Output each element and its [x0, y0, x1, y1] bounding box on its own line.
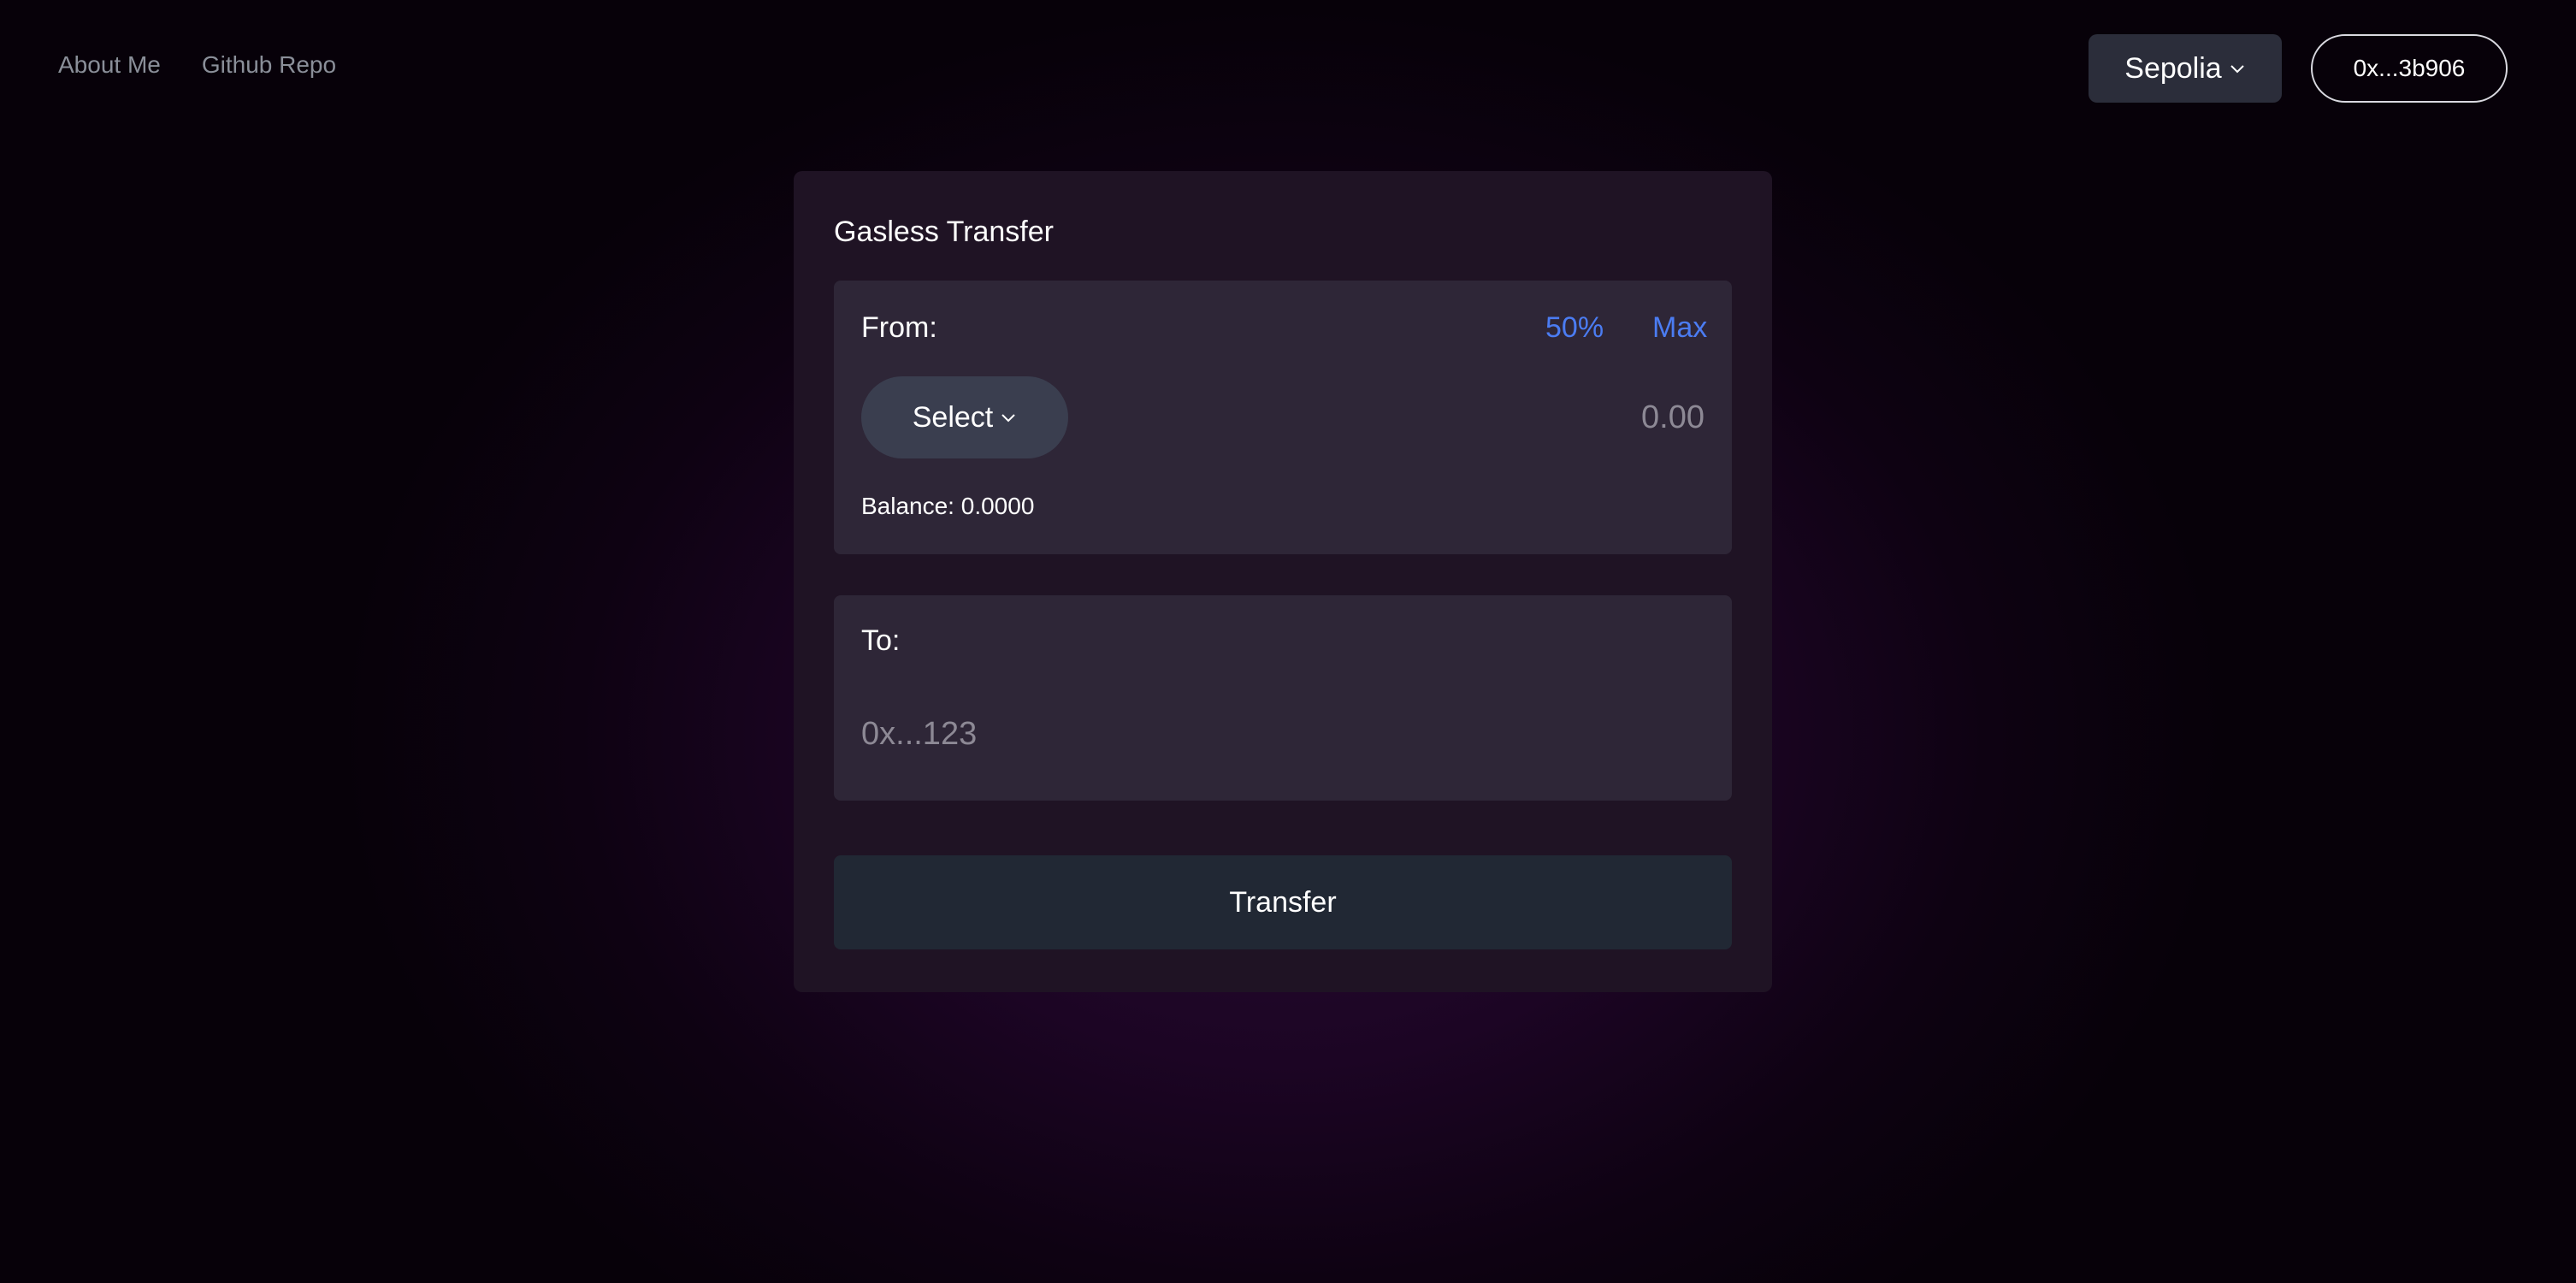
chevron-down-icon [1000, 411, 1017, 423]
max-amount-button[interactable]: Max [1652, 311, 1707, 345]
transfer-card: Gasless Transfer From: 50% Max Select Ba… [794, 171, 1772, 992]
from-panel: From: 50% Max Select Balance: 0.0000 [834, 281, 1732, 554]
about-me-link[interactable]: About Me [58, 51, 161, 79]
transfer-button-label: Transfer [1229, 885, 1337, 919]
token-select-label: Select [912, 400, 994, 434]
card-title: Gasless Transfer [834, 216, 1054, 248]
from-label: From: [861, 311, 937, 344]
top-nav: About Me Github Repo [58, 51, 336, 79]
github-repo-link[interactable]: Github Repo [202, 51, 336, 79]
transfer-button[interactable]: Transfer [834, 855, 1732, 949]
chevron-down-icon [2229, 62, 2246, 74]
amount-input[interactable] [1226, 383, 1705, 452]
network-selector-button[interactable]: Sepolia [2089, 34, 2282, 103]
wallet-address-button[interactable]: 0x...3b906 [2311, 34, 2508, 103]
token-select-button[interactable]: Select [861, 376, 1068, 458]
balance-text: Balance: 0.0000 [861, 493, 1035, 519]
half-amount-button[interactable]: 50% [1545, 311, 1604, 345]
recipient-address-input[interactable] [861, 707, 1699, 761]
to-label: To: [861, 624, 901, 657]
network-label: Sepolia [2124, 51, 2222, 85]
to-panel: To: [834, 595, 1732, 801]
wallet-address-label: 0x...3b906 [2353, 55, 2466, 81]
